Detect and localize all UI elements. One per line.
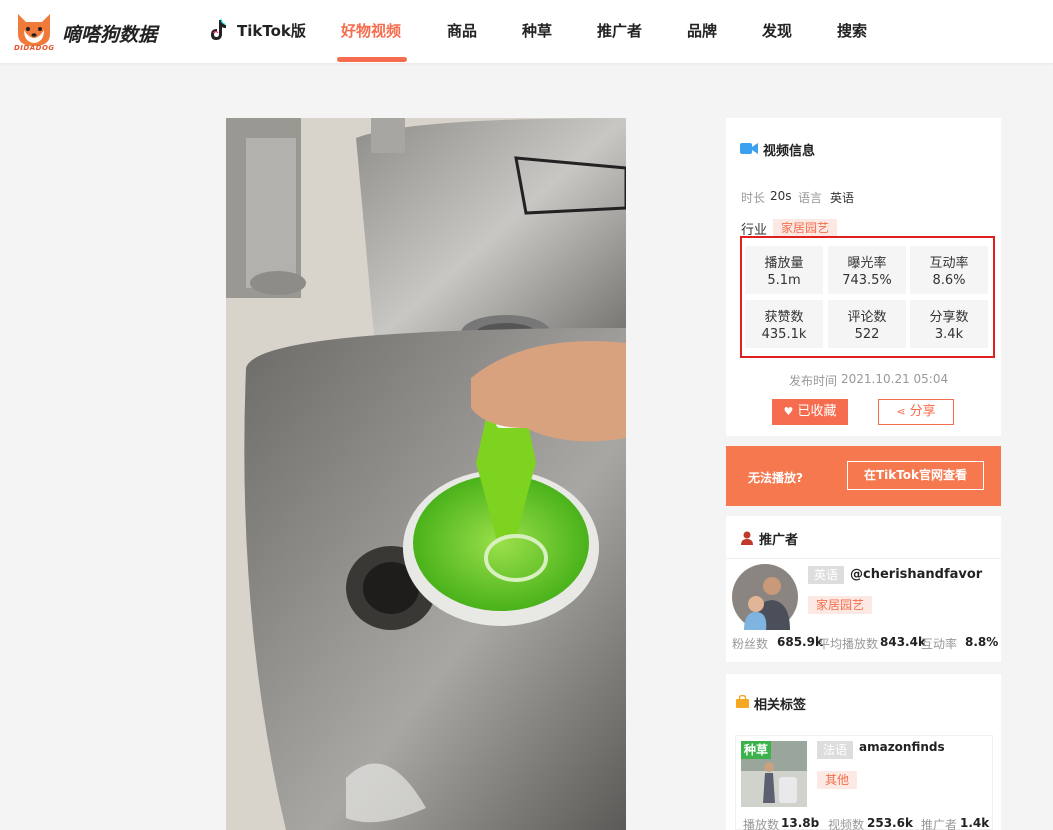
tag-name[interactable]: amazonfinds [859,740,945,754]
nav-item-haowu-video[interactable]: 好物视频 [341,20,401,41]
tag-video-value: 253.6k [867,816,913,830]
promoter-category-tag[interactable]: 家居园艺 [808,596,873,614]
nav-active-underline [337,57,407,62]
stat-label: 互动率 [929,256,969,271]
promoter-language-tag: 英语 [808,566,845,584]
divider [726,558,1001,559]
avg-play-label: 平均播放数 [818,637,879,651]
top-nav-bar: DIDADOG 嘀嗒狗数据 TikTok版 好物视频 商品 种草 推广者 品牌 … [0,0,1053,63]
language-label: 语言 [798,191,823,205]
video-camera-icon [740,143,758,154]
video-frame-image [226,118,626,830]
publish-time: 2021.10.21 05:04 [841,372,949,386]
favorite-button[interactable]: ♥ 已收藏 [772,399,848,425]
industry-tag[interactable]: 家居园艺 [773,219,838,237]
tiktok-icon [211,19,226,40]
stat-value: 435.1k [761,327,807,342]
related-tags-title: 相关标签 [754,698,807,713]
nav-item-discover[interactable]: 发现 [762,20,792,41]
stat-value: 5.1m [767,273,801,288]
stat-exposure: 曝光率 743.5% [828,246,906,294]
tag-play-value: 13.8b [781,816,820,830]
stat-label: 曝光率 [847,256,887,271]
tag-language: 法语 [817,741,854,759]
avg-play-value: 843.4k [880,635,926,649]
engagement-label: 互动率 [921,637,958,651]
stat-label: 播放量 [764,256,804,271]
stats-highlight-box: 播放量 5.1m 曝光率 743.5% 互动率 8.6% 获赞数 435.1k … [740,236,995,358]
stat-label: 分享数 [929,310,969,325]
nav-item-products[interactable]: 商品 [447,20,477,41]
video-player[interactable] [226,118,626,830]
duration-label: 时长 [741,191,766,205]
stat-shares: 分享数 3.4k [910,300,988,348]
person-icon [741,531,753,545]
publish-label: 发布时间 [789,374,838,388]
stat-value: 743.5% [842,273,892,288]
stat-plays: 播放量 5.1m [745,246,823,294]
stat-value: 522 [854,327,880,342]
tag-promoter-label: 推广者 [921,818,958,830]
video-info-title: 视频信息 [763,144,816,159]
share-label: 分享 [909,404,936,419]
engagement-value: 8.8% [965,635,999,649]
nav-item-search[interactable]: 搜索 [837,20,867,41]
view-on-tiktok-button[interactable]: 在TikTok官网查看 [847,461,984,490]
stat-value: 3.4k [934,327,964,342]
nav-tiktok[interactable]: TikTok版 [237,20,306,41]
promoter-title: 推广者 [759,533,799,548]
fans-value: 685.9k [777,635,823,649]
tag-category[interactable]: 其他 [817,771,858,789]
heart-icon: ♥ [783,405,794,418]
stat-label: 获赞数 [764,310,804,325]
stat-engagement: 互动率 8.6% [910,246,988,294]
tag-promoter-value: 1.4k [960,816,990,830]
brand-logo[interactable]: DIDADOG 嘀嗒狗数据 [14,8,174,56]
stat-likes: 获赞数 435.1k [745,300,823,348]
cannot-play-banner: 无法播放? 在TikTok官网查看 [726,446,1001,506]
share-button[interactable]: ⋖ 分享 [878,399,954,425]
promoter-handle[interactable]: @cherishandfavor [850,567,982,582]
promoter-avatar[interactable] [732,564,798,630]
brand-sub: DIDADOG [14,44,55,52]
tag-play-label: 播放数 [743,818,780,830]
seeding-badge: 种草 [741,741,772,759]
share-icon: ⋖ [896,405,906,418]
language-value: 英语 [830,191,855,205]
brand-name: 嘀嗒狗数据 [62,24,158,46]
shopping-bag-icon [736,695,749,708]
favorite-label: 已收藏 [797,404,837,419]
tag-video-label: 视频数 [828,818,865,830]
cannot-play-text: 无法播放? [748,471,803,485]
nav-item-brands[interactable]: 品牌 [687,20,717,41]
fans-label: 粉丝数 [732,637,769,651]
nav-item-promoters[interactable]: 推广者 [597,20,642,41]
stat-value: 8.6% [932,273,966,288]
stat-comments: 评论数 522 [828,300,906,348]
nav-item-seeding[interactable]: 种草 [522,20,552,41]
duration-value: 20s [770,189,792,203]
stat-label: 评论数 [847,310,887,325]
